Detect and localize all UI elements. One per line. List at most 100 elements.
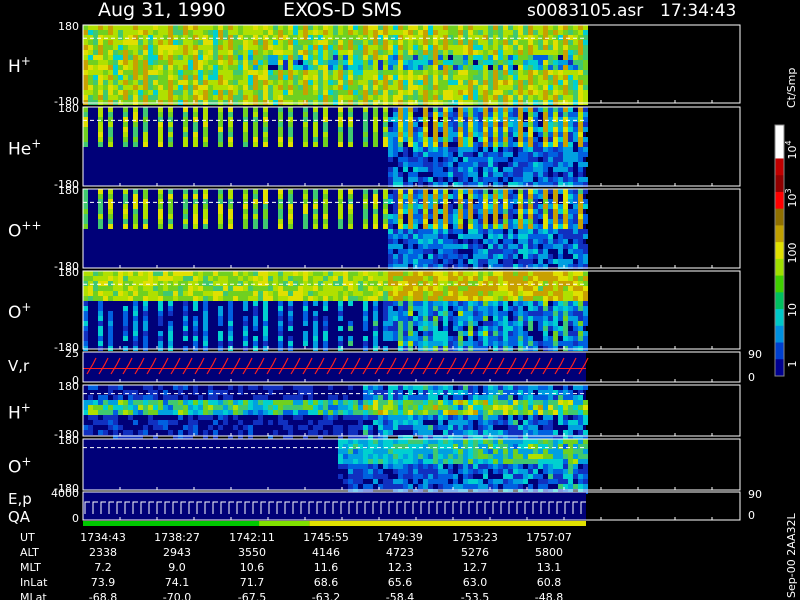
ephemeris-cell: 10.6 [240,561,265,574]
charge: + [21,300,31,314]
colorbar-segment [775,191,784,210]
colorbar-segment [775,275,784,293]
header-time: 17:34:43 [660,1,736,21]
panels: 180-180H+180-180He+180-180O++180-180O+25… [8,20,762,526]
colorbar-segment [775,175,784,193]
charge: ++ [21,219,41,233]
ephemeris-cell: 5276 [461,546,489,559]
panel-7: 180-180O+ [8,434,741,495]
ephemeris-table: UT 1734:43 1738:27 1742:11 1745:55 1749:39 175… [20,531,572,600]
ephemeris-cell: 13.1 [537,561,562,574]
ephemeris-cell: 1742:11 [229,531,275,544]
y-tick-top: 180 [58,102,79,115]
right-tick-top: 90 [748,488,762,501]
ephemeris-cell: 3550 [238,546,266,559]
qa-bar-segment [83,521,260,526]
panel-species-label: He+ [8,137,41,160]
ephemeris-cell: 11.6 [314,561,339,574]
ephemeris-cell: 74.1 [165,576,190,589]
colorbar-tick-label: 100 [786,243,799,264]
ephemeris-cell: 7.2 [94,561,112,574]
charge: + [21,401,31,415]
colorbar-segment [775,242,784,260]
ephemeris-row-name: ALT [20,546,39,559]
y-tick-top: 180 [58,184,79,197]
colorbar-segment [775,342,784,360]
ephemeris-cell: 68.6 [314,576,339,589]
footer-id: Sep-00 2AA32L [785,512,798,598]
ephemeris-cell: 9.0 [168,561,186,574]
colorbar-unit-label: Ct/Smp [785,68,798,108]
panel-label-2: QA [8,508,31,526]
ephemeris-row-name: UT [20,531,35,544]
panel-species-label: H+ [8,401,31,424]
ephemeris-row-name: InLat [20,576,48,589]
right-tick-top: 90 [748,348,762,361]
colorbar-segment [775,125,784,143]
panel-species-label: H+ [8,54,31,77]
panel-5: 250900V,r [8,347,762,387]
colorbar-segment [775,208,784,226]
species: H [8,57,21,77]
heatmap-cells [83,25,588,105]
panel-6: 180-180H+ [8,380,741,441]
panel-species-label: O+ [8,300,31,323]
header: Aug 31, 1990 EXOS-D SMS s0083105.asr 17:… [98,0,736,21]
charge: + [21,455,31,469]
ephemeris-cell: 4723 [386,546,414,559]
panel-species-label: O++ [8,219,42,242]
ephemeris-cell: 65.6 [388,576,413,589]
panel-4: 180-180O+ [8,266,741,354]
colorbar-tick-label: 103 [784,188,799,207]
ephemeris-cell: 1738:27 [154,531,200,544]
y-tick-top: 4000 [51,487,79,500]
panel-background [83,492,586,520]
header-file: s0083105.asr [527,1,643,21]
ephemeris-cell: -68.8 [89,591,117,600]
colorbar-segment [775,292,784,310]
charge: + [21,54,31,68]
species: O [8,303,21,323]
tick-base: 100 [786,243,799,264]
ephemeris-cell: 63.0 [463,576,488,589]
ephemeris-cell: 1749:39 [377,531,423,544]
ephemeris-cell: 2943 [163,546,191,559]
ephemeris-cell: 4146 [312,546,340,559]
ephemeris-cell: 1734:43 [80,531,126,544]
qa-bar-segment [309,521,586,526]
tick-base: 10 [786,194,799,208]
tick-exponent: 4 [784,140,793,145]
ephemeris-cell: -53.5 [461,591,489,600]
panel-species-label: O+ [8,455,31,478]
tick-exponent: 3 [784,188,793,193]
colorbar-tick-label: 104 [784,140,799,159]
ephemeris-cell: 5800 [535,546,563,559]
right-tick-bottom: 0 [748,371,755,384]
colorbar-segment [775,158,784,176]
ephemeris-cell: 2338 [89,546,117,559]
colorbar-tick-label: 10 [786,303,799,317]
ephemeris-cell: 73.9 [91,576,116,589]
plot-canvas: Aug 31, 1990 EXOS-D SMS s0083105.asr 17:… [8,0,799,600]
y-tick-top: 180 [58,434,79,447]
colorbar-segment [775,141,784,159]
colorbar-segment [775,325,784,344]
right-tick-bottom: 0 [748,509,755,522]
ephemeris-row-name: MLT [20,561,41,574]
colorbar-segment [775,309,784,327]
y-tick-bottom: 0 [72,512,79,525]
ephemeris-cell: 60.8 [537,576,562,589]
header-date: Aug 31, 1990 [98,0,226,21]
y-tick-top: 25 [65,347,79,360]
colorbar-tick-label: 1 [786,361,799,368]
colorbar-segment [775,359,784,377]
y-tick-top: 180 [58,380,79,393]
qa-bar-segment [259,521,310,526]
panel-8: 4000 0 90 0 E,pQA [8,487,762,526]
tick-base: 10 [786,303,799,317]
ephemeris-cell: -67.5 [238,591,266,600]
ephemeris-cell: 1745:55 [303,531,349,544]
colorbar-segment [775,258,784,277]
panel-label: V,r [8,357,30,375]
y-tick-top: 180 [58,266,79,279]
